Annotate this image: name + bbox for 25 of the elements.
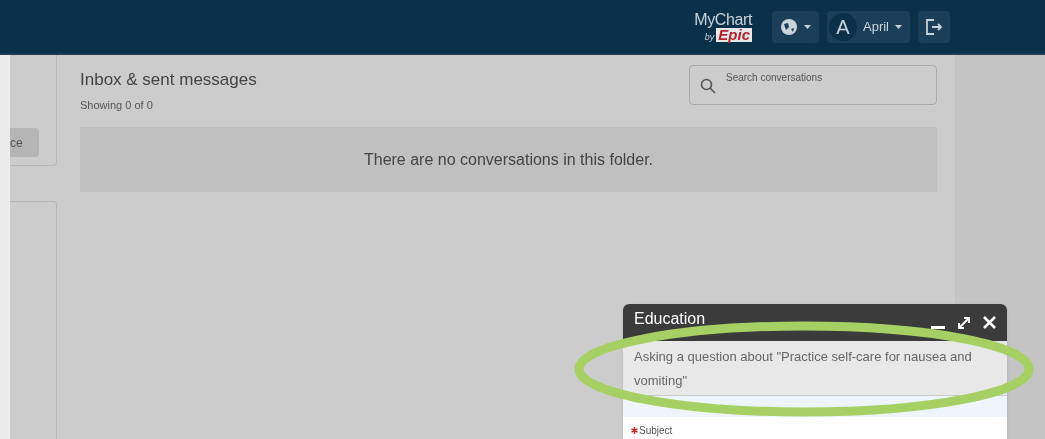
compose-button[interactable]: ce: [10, 128, 39, 157]
logout-icon: [925, 17, 943, 36]
close-icon[interactable]: [983, 316, 996, 329]
logout-button[interactable]: [918, 10, 950, 43]
language-button[interactable]: [772, 10, 819, 43]
user-name: April: [863, 17, 889, 36]
globe-icon: [780, 17, 798, 36]
expand-icon[interactable]: [957, 315, 971, 330]
avatar: A: [829, 12, 857, 41]
search-input[interactable]: Search conversations: [726, 70, 926, 85]
dialog-title: Education: [634, 309, 706, 328]
logo-by: by: [704, 32, 715, 42]
search-icon: [700, 78, 716, 94]
message-count: Showing 0 of 0: [80, 97, 154, 113]
search-field[interactable]: Search conversations: [689, 65, 937, 105]
topic-text: Asking a question about "Practice self-care for nausea and vomiting": [634, 349, 972, 388]
user-menu-button[interactable]: A April: [827, 10, 910, 43]
caret-icon: [804, 24, 811, 29]
inbox-title: Inbox & sent messages: [80, 69, 257, 91]
logo-text: MyChart: [694, 11, 752, 28]
field-label: Subject: [639, 424, 673, 438]
logo-brand: Epic: [716, 27, 752, 42]
caret-icon: [895, 24, 902, 29]
empty-message: There are no conversations in this folder.: [363, 149, 653, 170]
mychart-logo[interactable]: MyChart by Epic: [694, 11, 752, 42]
